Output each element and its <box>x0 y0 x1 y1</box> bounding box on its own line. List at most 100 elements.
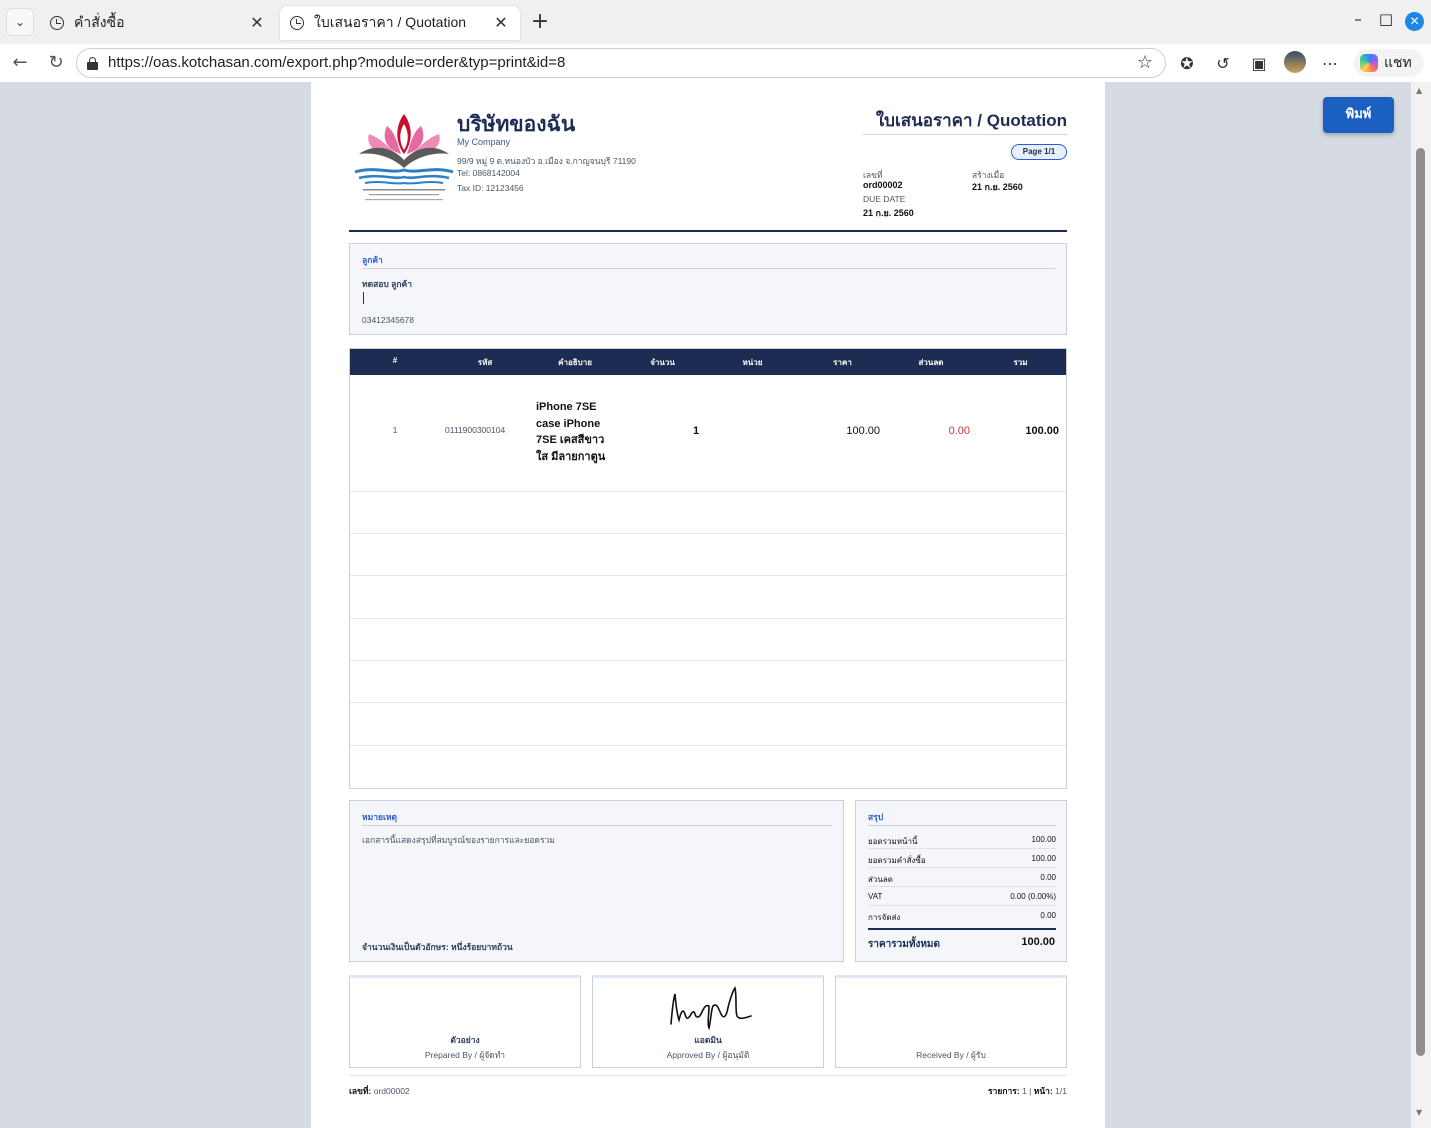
url-text: https://oas.kotchasan.com/export.php?mod… <box>108 54 566 71</box>
empty-row-divider <box>350 618 1066 619</box>
clock-icon <box>290 16 304 30</box>
address-bar-row: ← ↻ https://oas.kotchasan.com/export.php… <box>0 44 1431 82</box>
summary-row-vat: VAT 0.00 (0.00%) <box>868 887 1056 906</box>
scroll-up-icon[interactable]: ▲ <box>1416 86 1422 95</box>
tab-orders[interactable]: คำสั่งซื้อ ✕ <box>40 6 276 40</box>
summary-row-shipping: การจัดส่ง 0.00 <box>868 906 1056 925</box>
row-price: 100.00 <box>846 425 880 437</box>
summary-label: ส่วนลด <box>868 875 893 884</box>
empty-row-divider <box>350 533 1066 534</box>
print-button[interactable]: พิมพ์ <box>1323 97 1394 133</box>
notes-text: เอกสารนี้แสดงสรุปที่สมบูรณ์ของรายการและย… <box>362 835 555 845</box>
tab-label: ใบเสนอราคา / Quotation <box>314 14 467 30</box>
close-icon[interactable]: ✕ <box>492 13 510 33</box>
summary-value: 100.00 <box>1031 835 1056 844</box>
empty-row-divider <box>350 702 1066 703</box>
table-header: # รหัส คำอธิบาย จำนวน หน่วย ราคา ส่วนลด … <box>350 349 1066 375</box>
summary-section-title: สรุป <box>868 812 884 822</box>
company-tax-id: Tax ID: 12123456 <box>457 183 524 193</box>
row-no: 1 <box>392 425 398 435</box>
page-badge: Page 1/1 <box>1011 144 1067 160</box>
footer-items-label: รายการ: <box>988 1086 1020 1096</box>
signer-role: Approved By / ผู้อนุมัติ <box>666 1050 750 1060</box>
favorite-star-icon[interactable]: ☆ <box>1137 52 1153 73</box>
column-header-qty: จำนวน <box>650 358 675 367</box>
notes-section: หมายเหตุ เอกสารนี้แสดงสรุปที่สมบูรณ์ของร… <box>349 800 844 962</box>
footer-page-info: รายการ: 1 | หน้า: 1/1 <box>988 1084 1067 1098</box>
maximize-button[interactable]: □ <box>1374 10 1398 28</box>
summary-label: การจัดส่ง <box>868 913 901 922</box>
header-divider <box>349 230 1067 232</box>
due-date-label: DUE DATE <box>863 194 906 204</box>
row-code: 0111900300104 <box>445 425 506 435</box>
lock-icon <box>87 57 98 70</box>
divider <box>362 268 1055 269</box>
summary-row-order-total: ยอดรวมคำสั่งซื้อ 100.00 <box>868 849 1056 868</box>
summary-row-discount: ส่วนลด 0.00 <box>868 868 1056 887</box>
created-date: 21 ก.ย. 2560 <box>972 182 1023 192</box>
column-header-code: รหัส <box>477 358 493 367</box>
refresh-button[interactable]: ↻ <box>45 52 67 74</box>
divider <box>868 825 1056 826</box>
quotation-document: บริษัทของฉัน My Company 99/9 หมู่ 9 ต.หน… <box>311 82 1105 1128</box>
summary-section: สรุป ยอดรวมหน้านี้ 100.00 ยอดรวมคำสั่งซื… <box>855 800 1067 962</box>
footer-page: 1/1 <box>1055 1086 1067 1096</box>
signature-box-received: Received By / ผู้รับ <box>835 975 1067 1068</box>
tab-actions-button[interactable]: ⌄ <box>6 8 34 36</box>
back-button[interactable]: ← <box>9 52 31 74</box>
column-header-total: รวม <box>1013 358 1028 367</box>
empty-row-divider <box>350 575 1066 576</box>
footer-number-label: เลขที่: <box>349 1086 372 1096</box>
signature-box-prepared: ตัวอย่าง Prepared By / ผู้จัดทำ <box>349 975 581 1068</box>
chat-label: แชท <box>1384 55 1412 71</box>
screenshot-icon[interactable]: ▣ <box>1248 54 1270 73</box>
window-close-button[interactable]: ✕ <box>1405 12 1424 31</box>
summary-label: ยอดรวมคำสั่งซื้อ <box>868 856 926 865</box>
more-menu-icon[interactable]: ⋯ <box>1319 54 1341 73</box>
column-header-discount: ส่วนลด <box>918 358 944 367</box>
divider <box>362 825 832 826</box>
favorites-icon[interactable]: ✪ <box>1176 54 1198 73</box>
copilot-chat-button[interactable]: แชท <box>1354 49 1424 77</box>
scrollbar-thumb[interactable] <box>1416 148 1425 1056</box>
company-address: 99/9 หมู่ 9 ต.หนองบัว อ.เมือง จ.กาญจนบุร… <box>457 156 636 166</box>
signature-image <box>670 986 752 1030</box>
vertical-scrollbar[interactable]: ▲ ▼ <box>1411 82 1431 1128</box>
company-name-en: My Company <box>457 137 511 147</box>
notes-section-title: หมายเหตุ <box>362 812 397 822</box>
footer-divider <box>349 1075 1067 1076</box>
tab-bar: ⌄ คำสั่งซื้อ ✕ ใบเสนอราคา / Quotation ✕ … <box>0 0 1431 44</box>
footer-page-label: หน้า: <box>1033 1086 1053 1096</box>
divider <box>868 928 1056 930</box>
customer-name: ทดสอบ ลูกค้า <box>362 279 412 289</box>
close-icon[interactable]: ✕ <box>248 13 266 33</box>
customer-phone: 03412345678 <box>362 315 415 325</box>
doc-number: ord00002 <box>863 180 903 190</box>
column-header-description: คำอธิบาย <box>558 358 592 367</box>
document-title: ใบเสนอราคา / Quotation <box>875 111 1067 130</box>
profile-avatar[interactable] <box>1284 51 1306 73</box>
minimize-button[interactable]: – <box>1346 10 1370 28</box>
column-header-no: # <box>392 356 398 365</box>
footer-number: ord00002 <box>373 1086 410 1096</box>
summary-row-page-total: ยอดรวมหน้านี้ 100.00 <box>868 830 1056 849</box>
chevron-down-icon: ⌄ <box>14 15 26 29</box>
summary-value: 100.00 <box>1031 854 1056 863</box>
signer-name: แอดมิน <box>694 1035 722 1045</box>
clock-icon <box>50 16 64 30</box>
footer-separator: | <box>1029 1086 1032 1096</box>
new-tab-button[interactable]: + <box>528 9 552 35</box>
amount-in-words: จำนวนเงินเป็นตัวอักษร: หนึ่งร้อยบาทถ้วน <box>362 942 513 952</box>
empty-row-divider <box>350 660 1066 661</box>
tab-label: คำสั่งซื้อ <box>74 14 125 30</box>
row-discount: 0.00 <box>948 425 970 437</box>
history-icon[interactable]: ↺ <box>1212 54 1234 73</box>
customer-section-title: ลูกค้า <box>362 255 383 265</box>
summary-value: 0.00 (0.00%) <box>1010 892 1056 901</box>
row-total: 100.00 <box>1025 425 1059 437</box>
address-bar[interactable]: https://oas.kotchasan.com/export.php?mod… <box>76 48 1166 78</box>
footer-items-count: 1 <box>1022 1086 1027 1096</box>
tab-quotation[interactable]: ใบเสนอราคา / Quotation ✕ <box>280 6 520 40</box>
signer-role: Prepared By / ผู้จัดทำ <box>424 1050 506 1060</box>
scroll-down-icon[interactable]: ▼ <box>1416 1108 1422 1117</box>
